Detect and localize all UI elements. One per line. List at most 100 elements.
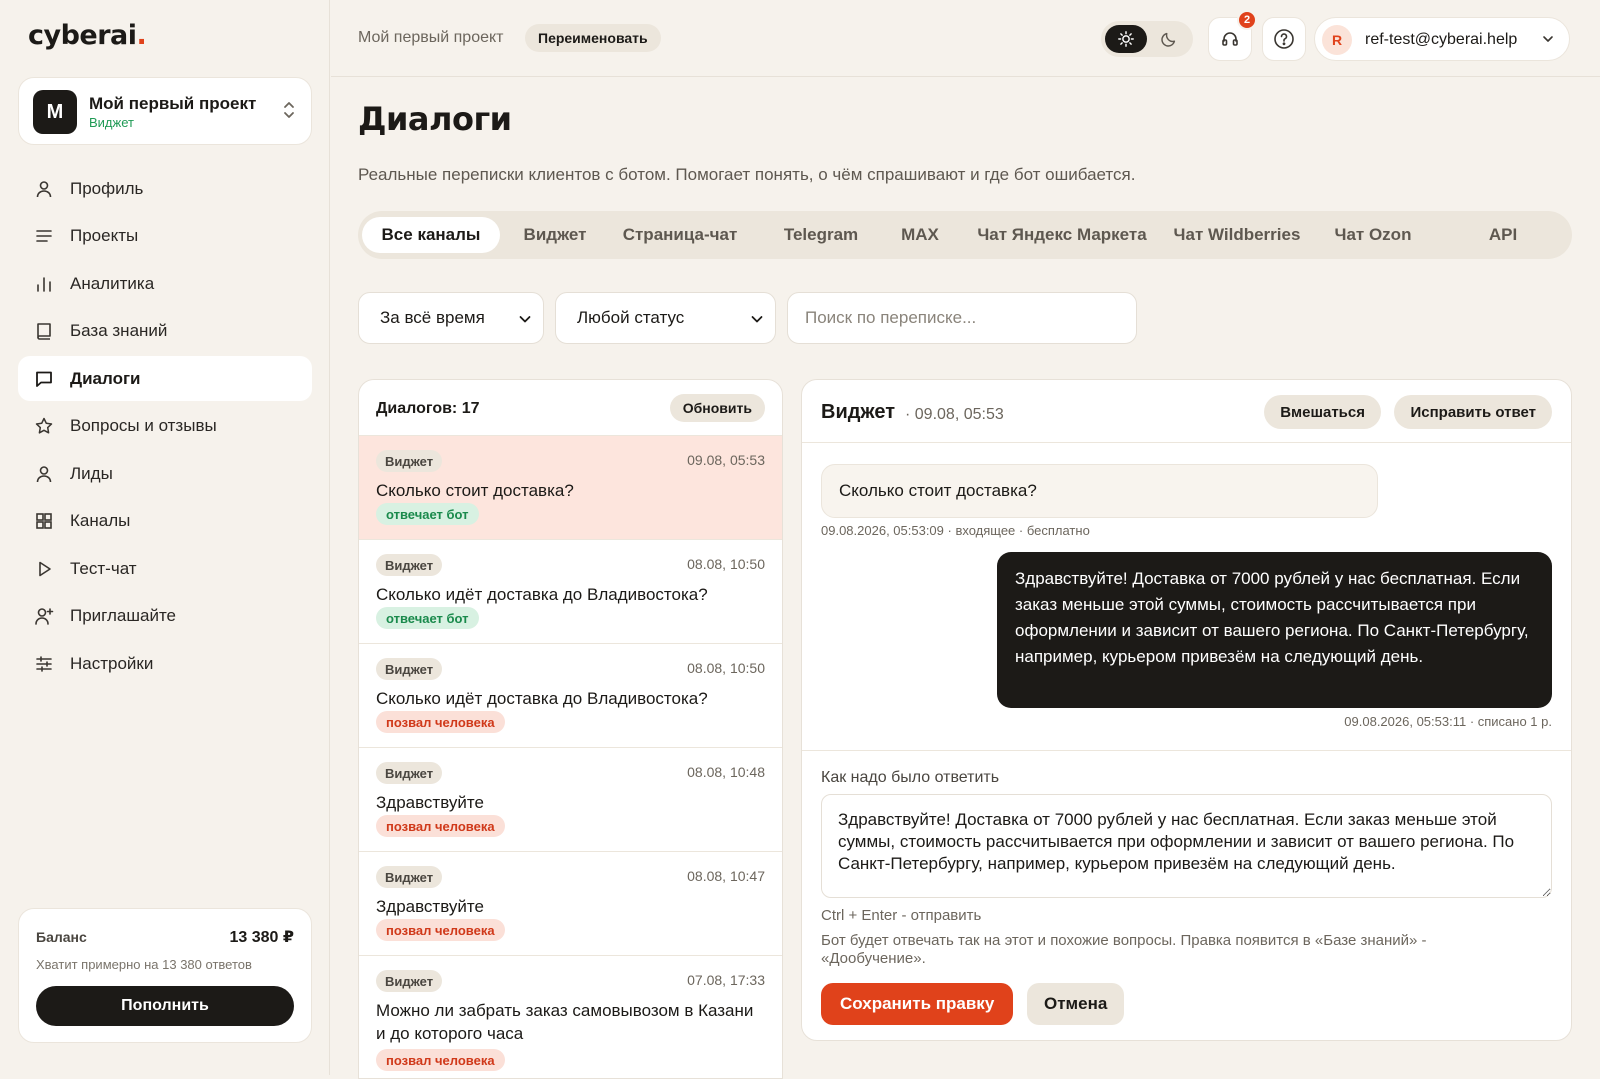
dialogs-list-header: Диалогов: 17 Обновить — [359, 380, 782, 436]
dialog-row[interactable]: Виджет 07.08, 17:33 Можно ли забрать зак… — [359, 956, 782, 1078]
dialogs-list: Диалогов: 17 Обновить Виджет 09.08, 05:5… — [358, 379, 783, 1079]
period-select-value: За всё время — [380, 308, 485, 327]
book-icon — [37, 323, 51, 340]
channel-tabs: Все каналы Виджет Страница-чат Telegram … — [358, 211, 1572, 259]
dialog-question: Сколько стоит доставка? — [376, 481, 574, 500]
search-input[interactable] — [787, 292, 1137, 344]
logo-text: cyberai — [28, 20, 137, 51]
sidebar-item-label: Приглашайте — [70, 606, 177, 625]
sidebar-item-label: Диалоги — [70, 368, 141, 388]
dialog-row[interactable]: Виджет 08.08, 10:47 Здравствуйте позвал … — [359, 852, 782, 956]
bot-message: Здравствуйте! Доставка от 7000 рублей у … — [997, 552, 1552, 708]
dialog-row[interactable]: Виджет 08.08, 10:48 Здравствуйте позвал … — [359, 748, 782, 852]
fix-answer-button[interactable]: Исправить ответ — [1394, 395, 1552, 429]
star-icon — [35, 417, 53, 434]
dialog-row[interactable]: Виджет 08.08, 10:50 Сколько идёт доставк… — [359, 540, 782, 644]
breadcrumb-project-name: Мой первый проект — [358, 29, 504, 46]
dialog-question: Здравствуйте — [376, 793, 484, 812]
sidebar-item-label: Лиды — [70, 463, 113, 483]
incoming-message-meta: 09.08.2026, 05:53:09 · входящее · беспла… — [821, 523, 1090, 538]
sidebar-item-analytics[interactable]: Аналитика — [18, 261, 312, 306]
project-name: Мой первый проект — [89, 94, 257, 113]
channel-badge: Виджет — [376, 554, 443, 576]
light-theme-button[interactable] — [1105, 25, 1147, 53]
tab-ozon[interactable]: Чат Ozon — [1324, 217, 1422, 253]
user-menu[interactable]: R ref-test@cyberai.help — [1314, 17, 1570, 61]
sidebar-item-label: Вопросы и отзывы — [70, 416, 217, 435]
rename-button[interactable]: Переименовать — [525, 24, 661, 52]
sidebar-item-projects[interactable]: Проекты — [18, 214, 312, 259]
dialog-time: 09.08, 05:53 — [687, 452, 765, 468]
sidebar-item-settings[interactable]: Настройки — [18, 641, 312, 686]
incoming-message: Сколько стоит доставка? — [821, 464, 1378, 518]
dialog-time: 08.08, 10:47 — [687, 868, 765, 884]
sidebar-item-dialogs[interactable]: Диалоги — [18, 356, 312, 401]
correction-note: Бот будет отвечать так на этот и похожие… — [821, 932, 1427, 967]
user-avatar: R — [1322, 25, 1352, 55]
status-select-value: Любой статус — [577, 308, 685, 327]
tab-page-chat[interactable]: Страница-чат — [612, 217, 748, 253]
status-badge: отвечает бот — [376, 607, 479, 629]
topbar: Мой первый проект Переименовать 2 R ref-… — [331, 0, 1600, 77]
dialog-detail-header: Виджет · 09.08, 05:53 Вмешаться Исправит… — [802, 380, 1571, 443]
dialogs-count: Диалогов: 17 — [376, 400, 480, 417]
dialog-row[interactable]: Виджет 08.08, 10:50 Сколько идёт доставк… — [359, 644, 782, 748]
status-badge: отвечает бот — [376, 503, 479, 525]
channel-badge: Виджет — [376, 450, 443, 472]
bar-chart-icon — [37, 276, 51, 292]
channel-badge: Виджет — [376, 658, 443, 680]
cancel-button[interactable]: Отмена — [1027, 983, 1125, 1025]
correction-textarea[interactable]: Здравствуйте! Доставка от 7000 рублей у … — [821, 794, 1552, 898]
sidebar-item-label: Проекты — [70, 226, 139, 245]
channel-badge: Виджет — [376, 762, 443, 784]
dark-theme-button[interactable] — [1149, 25, 1189, 53]
tab-widget[interactable]: Виджет — [510, 217, 600, 253]
sidebar-item-leads[interactable]: Лиды — [18, 451, 312, 496]
sidebar-item-questions[interactable]: Вопросы и отзывы — [18, 404, 312, 449]
tab-telegram[interactable]: Telegram — [768, 217, 874, 253]
intervene-button[interactable]: Вмешаться — [1264, 395, 1381, 429]
headset-icon — [1222, 32, 1238, 46]
shortcut-hint: Ctrl + Enter - отправить — [821, 907, 982, 924]
balance-title: Баланс — [36, 929, 87, 945]
notification-badge: 2 — [1237, 10, 1257, 30]
sidebar-item-test-chat[interactable]: Тест-чат — [18, 546, 312, 591]
chevron-down-icon — [1543, 36, 1553, 42]
help-button[interactable] — [1262, 17, 1306, 61]
topup-button[interactable]: Пополнить — [36, 986, 294, 1026]
tab-max[interactable]: MAX — [888, 217, 952, 253]
user-email: ref-test@cyberai.help — [1365, 31, 1518, 48]
save-correction-button[interactable]: Сохранить правку — [821, 983, 1014, 1025]
project-switcher[interactable]: M Мой первый проект Виджет — [18, 77, 312, 145]
tab-api[interactable]: API — [1468, 217, 1538, 253]
sidebar-item-profile[interactable]: Профиль — [18, 166, 312, 211]
logo[interactable]: cyberai. — [28, 20, 147, 51]
tab-all-channels[interactable]: Все каналы — [362, 217, 500, 253]
sliders-icon — [36, 655, 52, 672]
correction-label: Как надо было ответить — [821, 769, 1000, 786]
tab-yandex-market[interactable]: Чат Яндекс Маркета — [972, 217, 1152, 253]
balance-note: Хватит примерно на 13 380 ответов — [36, 957, 252, 972]
tab-wildberries[interactable]: Чат Wildberries — [1168, 217, 1306, 253]
status-badge: позвал человека — [376, 711, 505, 733]
sun-icon — [1118, 31, 1134, 47]
sidebar-item-invite[interactable]: Приглашайте — [18, 594, 312, 639]
user-plus-icon — [35, 608, 54, 625]
chevron-up-down-icon — [284, 102, 294, 118]
sidebar-item-label: Аналитика — [70, 273, 155, 293]
status-select[interactable]: Любой статус — [555, 292, 776, 344]
dialog-time: 08.08, 10:50 — [687, 556, 765, 572]
support-button[interactable]: 2 — [1208, 10, 1257, 61]
sidebar-item-label: Профиль — [70, 178, 144, 198]
detail-channel: Виджет — [821, 401, 896, 423]
dialog-time: 08.08, 10:48 — [687, 764, 765, 780]
sidebar-item-channels[interactable]: Каналы — [18, 499, 312, 544]
page-title: Диалоги — [358, 100, 512, 138]
status-badge: позвал человека — [376, 815, 505, 837]
chat-icon — [36, 371, 52, 387]
sidebar-item-knowledge-base[interactable]: База знаний — [18, 309, 312, 354]
refresh-button[interactable]: Обновить — [669, 394, 765, 422]
period-select[interactable]: За всё время — [358, 292, 544, 344]
list-icon — [36, 230, 52, 242]
dialog-row[interactable]: Виджет 09.08, 05:53 Сколько стоит достав… — [359, 436, 782, 540]
